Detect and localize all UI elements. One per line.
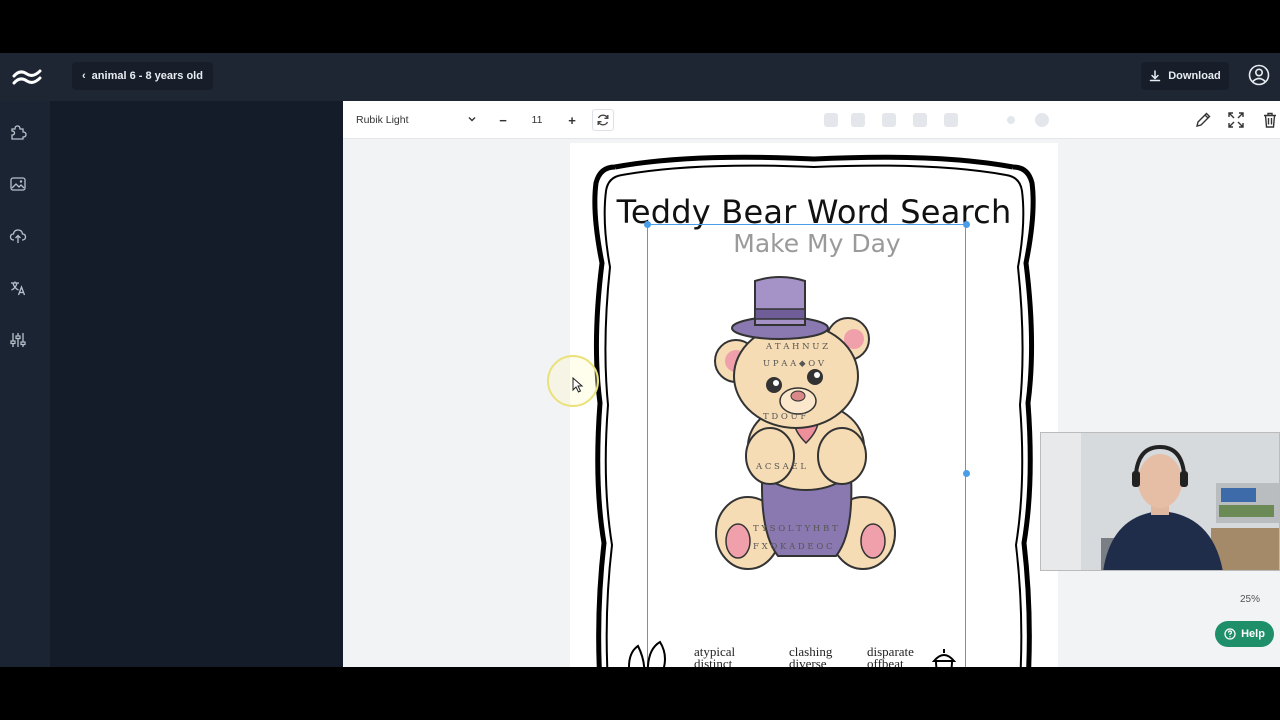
resize-handle[interactable] <box>963 470 970 477</box>
reset-button[interactable] <box>592 109 614 131</box>
disabled-tool-icon <box>944 113 958 127</box>
increase-font-size-button[interactable]: + <box>562 109 582 131</box>
word-item: diverse <box>789 656 827 667</box>
resize-handle[interactable] <box>963 221 970 228</box>
disabled-tool-icon <box>824 113 838 127</box>
download-label: Download <box>1168 70 1221 82</box>
editor-canvas[interactable]: Rubik Light − 11 + Teddy Bear Word Searc… <box>343 101 1280 667</box>
acorn-icon <box>931 649 957 667</box>
sliders-icon[interactable] <box>9 331 27 349</box>
word-list-column: disparate offbeat <box>867 645 914 667</box>
word-item: offbeat <box>867 656 904 667</box>
webcam-overlay <box>1040 432 1280 571</box>
video-frame: ‹ animal 6 - 8 years old Download Rubik … <box>0 0 1280 720</box>
puzzle-icon[interactable] <box>9 123 27 141</box>
back-breadcrumb[interactable]: ‹ animal 6 - 8 years old <box>72 62 213 90</box>
image-icon[interactable] <box>9 175 27 193</box>
trash-icon[interactable] <box>1261 111 1279 129</box>
font-size-input[interactable]: 11 <box>520 109 554 131</box>
decrease-font-size-button[interactable]: − <box>493 109 513 131</box>
download-button[interactable]: Download <box>1141 62 1229 90</box>
disabled-tool-icon <box>882 113 896 127</box>
expand-icon[interactable] <box>1227 111 1245 129</box>
pencil-icon[interactable] <box>1194 111 1212 129</box>
tool-rail <box>0 101 50 667</box>
disabled-tool-icon <box>851 113 865 127</box>
worksheet-page[interactable]: Teddy Bear Word Search Make My Day A T A… <box>570 143 1058 667</box>
chevron-down-icon <box>468 117 476 122</box>
webcam-person-image <box>1041 433 1279 570</box>
refresh-icon <box>597 114 609 126</box>
word-list-column: clashing diverse <box>789 645 832 667</box>
disabled-tool-icon <box>1035 113 1049 127</box>
selection-box[interactable] <box>647 224 966 667</box>
font-family-value: Rubik Light <box>356 114 409 126</box>
user-account-icon[interactable] <box>1248 64 1270 86</box>
bunny-ears-icon <box>628 640 666 667</box>
help-button[interactable]: Help <box>1215 621 1274 647</box>
disabled-tool-icon <box>913 113 927 127</box>
translate-icon[interactable] <box>9 279 27 297</box>
disabled-tool-icon <box>1007 116 1015 124</box>
top-bar: ‹ animal 6 - 8 years old Download <box>0 53 1280 101</box>
app-logo-icon[interactable] <box>12 66 42 88</box>
help-label: Help <box>1241 628 1265 640</box>
chevron-left-icon: ‹ <box>82 70 86 82</box>
text-toolbar: Rubik Light − 11 + <box>343 101 1280 139</box>
zoom-level[interactable]: 25% <box>1234 587 1266 611</box>
download-icon <box>1149 70 1161 82</box>
upload-cloud-icon[interactable] <box>9 227 27 245</box>
word-list-column: atypical distinct <box>694 645 735 667</box>
breadcrumb-label: animal 6 - 8 years old <box>91 70 203 82</box>
side-panel <box>50 101 343 667</box>
font-family-select[interactable]: Rubik Light <box>351 109 479 131</box>
question-circle-icon <box>1224 628 1236 640</box>
resize-handle[interactable] <box>644 221 651 228</box>
mouse-pointer-icon <box>572 377 584 393</box>
editor-app: ‹ animal 6 - 8 years old Download Rubik … <box>0 53 1280 667</box>
word-item: distinct <box>694 656 733 667</box>
